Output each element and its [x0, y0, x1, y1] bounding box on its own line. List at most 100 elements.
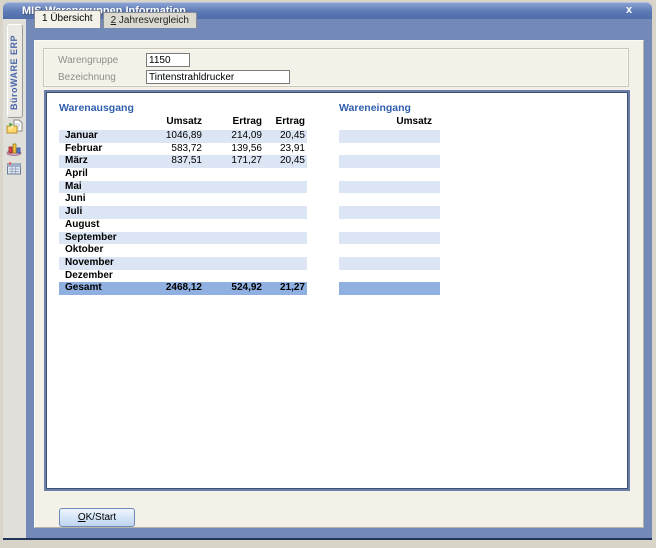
- open-folder-icon[interactable]: [6, 119, 23, 135]
- ok-start-button[interactable]: OK/Start: [59, 508, 135, 527]
- value-cell: [132, 244, 204, 257]
- value-cell: [264, 168, 307, 181]
- value-cell: [132, 206, 204, 219]
- month-cell: Dezember: [59, 270, 132, 283]
- warenausgang-header: Umsatz Ertrag Ertrag %: [59, 115, 307, 128]
- value-cell: [264, 193, 307, 206]
- warengruppe-label: Warengruppe: [58, 55, 146, 66]
- value-cell: 1046,89: [132, 130, 204, 143]
- table-row: [339, 270, 440, 283]
- table-row: Gesamt2468,12524,9221,27: [59, 282, 307, 295]
- value-cell: [132, 257, 204, 270]
- warengruppe-row: Warengruppe: [58, 53, 190, 67]
- value-cell: [132, 181, 204, 194]
- close-button[interactable]: x: [622, 4, 636, 18]
- table-row: [339, 181, 440, 194]
- value-cell: [264, 257, 307, 270]
- table-row: [339, 282, 440, 295]
- form-groupbox: Warengruppe Bezeichnung: [43, 48, 629, 87]
- bezeichnung-input[interactable]: [146, 70, 290, 84]
- value-cell: 524,92: [204, 282, 264, 295]
- value-cell: 20,45: [264, 155, 307, 168]
- table-row: [339, 232, 440, 245]
- value-cell: [132, 193, 204, 206]
- mis-window: MIS-Warengruppen Information x BüroWARE …: [3, 2, 652, 540]
- chart-icon[interactable]: [6, 140, 23, 156]
- table-row: [339, 244, 440, 257]
- tab-strip: 1 Übersicht 2 Jahresvergleich: [34, 5, 197, 28]
- bezeichnung-label: Bezeichnung: [58, 72, 146, 83]
- value-cell: 837,51: [132, 155, 204, 168]
- value-cell: [264, 206, 307, 219]
- table-row: Februar583,72139,5623,91: [59, 143, 307, 156]
- table-row: [339, 206, 440, 219]
- value-cell: 23,91: [264, 143, 307, 156]
- table-row: [339, 155, 440, 168]
- table-row: [339, 193, 440, 206]
- table-row: Dezember: [59, 270, 307, 283]
- table-row: November: [59, 257, 307, 270]
- month-cell: März: [59, 155, 132, 168]
- value-cell: [264, 181, 307, 194]
- bezeichnung-row: Bezeichnung: [58, 70, 290, 84]
- value-cell: [204, 193, 264, 206]
- wareneingang-header: Umsatz: [339, 115, 440, 128]
- column-header-we-umsatz: Umsatz: [339, 115, 440, 128]
- value-cell: [132, 168, 204, 181]
- tab-jahresvergleich-label: Jahresvergleich: [116, 15, 189, 26]
- value-cell: [204, 219, 264, 232]
- tab-uebersicht-label: 1 Übersicht: [42, 13, 93, 24]
- table-row: Oktober: [59, 244, 307, 257]
- value-cell: [132, 270, 204, 283]
- value-cell: [204, 244, 264, 257]
- month-cell: November: [59, 257, 132, 270]
- value-cell: [204, 181, 264, 194]
- month-cell: Juli: [59, 206, 132, 219]
- data-panel: Warenausgang Wareneingang Umsatz Ertrag …: [44, 90, 630, 491]
- value-cell: 21,27: [264, 282, 307, 295]
- ok-start-mnemonic: O: [78, 512, 86, 523]
- tab-uebersicht[interactable]: 1 Übersicht: [34, 10, 101, 28]
- table-row: [339, 143, 440, 156]
- value-cell: 171,27: [204, 155, 264, 168]
- brand-label: BüroWARE ERP: [9, 28, 21, 116]
- table-row: Juni: [59, 193, 307, 206]
- value-cell: [204, 270, 264, 283]
- warengruppe-input[interactable]: [146, 53, 190, 67]
- month-cell: Oktober: [59, 244, 132, 257]
- brand-tab: BüroWARE ERP: [7, 24, 23, 118]
- table-row: [339, 168, 440, 181]
- tab-jahresvergleich[interactable]: 2 Jahresvergleich: [103, 12, 197, 28]
- table-row: August: [59, 219, 307, 232]
- value-cell: [204, 257, 264, 270]
- month-cell: Gesamt: [59, 282, 132, 295]
- table-row: [339, 257, 440, 270]
- value-cell: 2468,12: [132, 282, 204, 295]
- value-cell: [132, 219, 204, 232]
- value-cell: 139,56: [204, 143, 264, 156]
- ok-start-label: K/Start: [86, 512, 117, 523]
- value-cell: [204, 206, 264, 219]
- table-row: [339, 130, 440, 143]
- value-cell: [204, 168, 264, 181]
- table-row: September: [59, 232, 307, 245]
- value-cell: [264, 270, 307, 283]
- table-row: Januar1046,89214,0920,45: [59, 130, 307, 143]
- table-row: [339, 219, 440, 232]
- value-cell: [264, 219, 307, 232]
- month-cell: Mai: [59, 181, 132, 194]
- wareneingang-title: Wareneingang: [339, 102, 411, 114]
- table-row: Mai: [59, 181, 307, 194]
- calendar-icon[interactable]: [6, 161, 23, 177]
- sidebar: BüroWARE ERP: [3, 19, 26, 538]
- table-row: April: [59, 168, 307, 181]
- month-cell: Juni: [59, 193, 132, 206]
- value-cell: [264, 232, 307, 245]
- month-cell: April: [59, 168, 132, 181]
- desktop: MIS-Warengruppen Information x BüroWARE …: [0, 0, 656, 548]
- value-cell: 214,09: [204, 130, 264, 143]
- sidebar-icons: [6, 119, 24, 177]
- table-row: März837,51171,2720,45: [59, 155, 307, 168]
- value-cell: [264, 244, 307, 257]
- value-cell: 583,72: [132, 143, 204, 156]
